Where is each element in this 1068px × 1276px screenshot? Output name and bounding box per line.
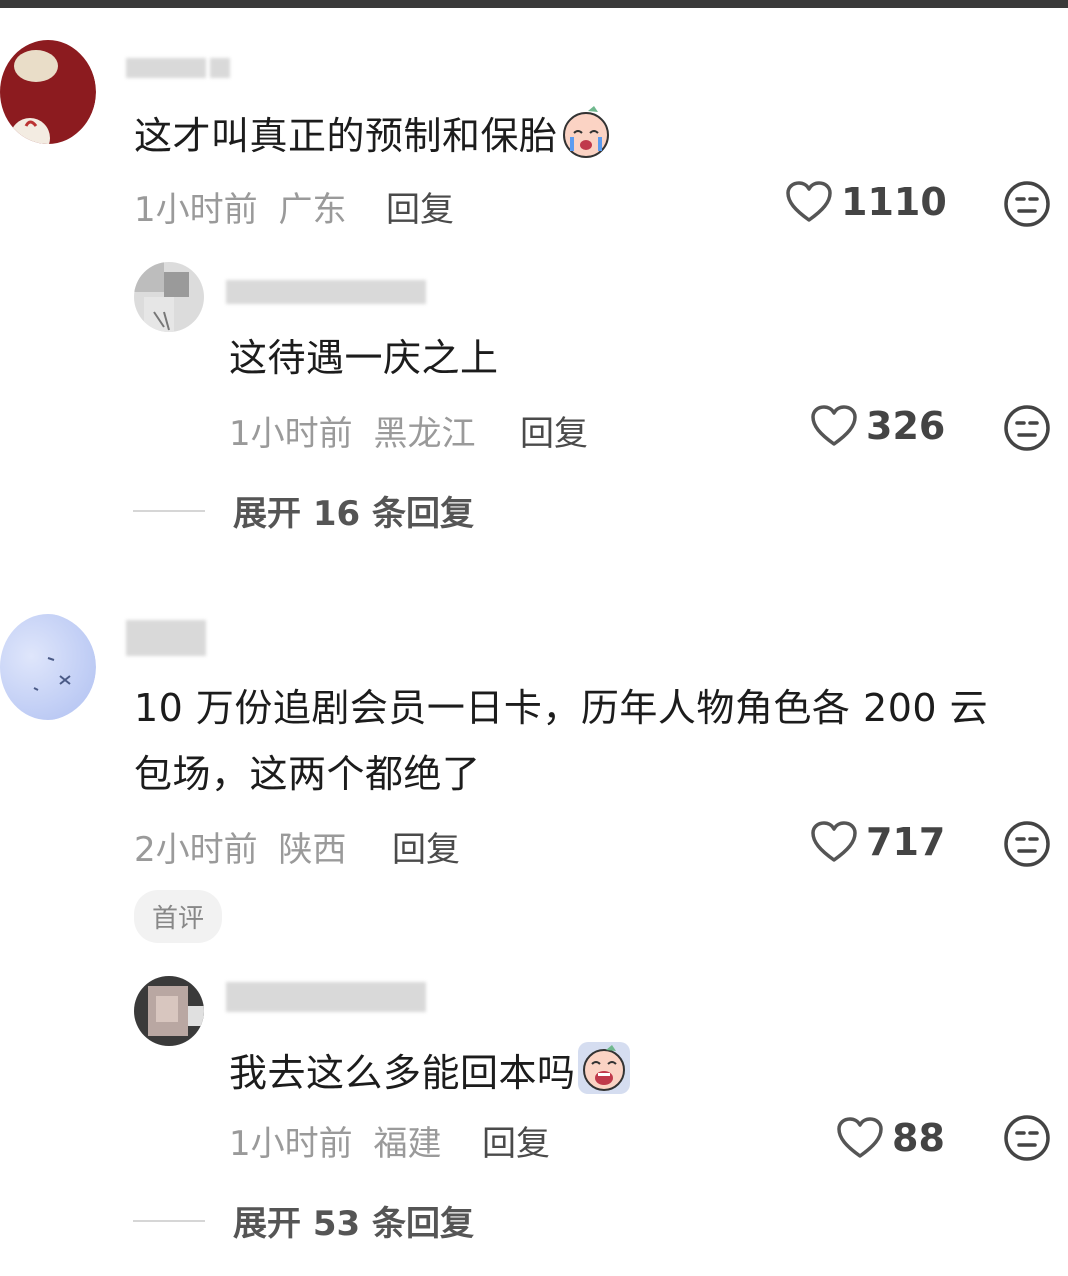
- divider-line: [133, 1219, 205, 1222]
- meh-face-icon[interactable]: [1003, 820, 1051, 872]
- reply-button[interactable]: 回复: [392, 822, 460, 871]
- reply-time: 1小时前: [229, 414, 353, 454]
- comment-time: 2小时前: [134, 830, 258, 870]
- like-count: 1110: [841, 180, 947, 224]
- expand-replies-label: 展开 16 条回复: [233, 494, 474, 534]
- reply-text: 我去这么多能回本吗: [229, 1040, 632, 1111]
- comment-meta: 2小时前 陕西: [134, 822, 346, 871]
- reply-button[interactable]: 回复: [520, 406, 588, 455]
- screaming-emoji-icon: [576, 1040, 632, 1111]
- status-bar-edge: [0, 0, 1068, 8]
- comment-text: 这才叫真正的预制和保胎: [134, 103, 614, 174]
- heart-outline-icon: [810, 820, 858, 864]
- avatar[interactable]: [0, 614, 96, 720]
- heart-outline-icon: [785, 180, 833, 224]
- reply-meta: 1小时前 福建: [229, 1116, 441, 1165]
- reply-avatar[interactable]: [134, 976, 204, 1046]
- comment-location: 广东: [278, 190, 347, 230]
- comment-location: 陕西: [278, 830, 347, 870]
- comment-text-line: 包场，这两个都绝了: [134, 752, 481, 796]
- divider-line: [133, 509, 205, 512]
- reply-username-blurred[interactable]: [226, 982, 426, 1012]
- expand-replies-label: 展开 53 条回复: [233, 1204, 474, 1244]
- heart-outline-icon: [810, 404, 858, 448]
- reply-location: 黑龙江: [373, 414, 476, 454]
- reply-text: 这待遇一庆之上: [229, 336, 499, 380]
- reply-location: 福建: [373, 1124, 442, 1164]
- expand-replies[interactable]: 展开 53 条回复: [133, 1196, 474, 1245]
- meh-face-icon[interactable]: [1003, 1114, 1051, 1166]
- meh-face-icon[interactable]: [1003, 404, 1051, 456]
- reply-button[interactable]: 回复: [482, 1116, 550, 1165]
- username-blurred[interactable]: [126, 58, 230, 78]
- reply-time: 1小时前: [229, 1124, 353, 1164]
- crying-emoji-icon: [558, 103, 614, 174]
- like-count: 326: [866, 404, 946, 448]
- like-button[interactable]: 88: [836, 1116, 945, 1160]
- reply-button[interactable]: 回复: [386, 182, 454, 231]
- comment-time: 1小时前: [134, 190, 258, 230]
- reply-meta: 1小时前 黑龙江: [229, 406, 475, 455]
- username-blurred[interactable]: [126, 620, 206, 656]
- like-button[interactable]: 326: [810, 404, 945, 448]
- first-comment-badge: 首评: [134, 890, 223, 943]
- reply-username-blurred[interactable]: [226, 280, 426, 304]
- heart-outline-icon: [836, 1116, 884, 1160]
- like-button[interactable]: 717: [810, 820, 945, 864]
- reply-avatar[interactable]: [134, 262, 204, 332]
- comment-meta: 1小时前 广东: [134, 182, 346, 231]
- expand-replies[interactable]: 展开 16 条回复: [133, 486, 474, 535]
- comment-text-line: 10 万份追剧会员一日卡，历年人物角色各 200 云: [134, 686, 989, 730]
- like-count: 88: [892, 1116, 945, 1160]
- meh-face-icon[interactable]: [1003, 180, 1051, 232]
- comment-text: 10 万份追剧会员一日卡，历年人物角色各 200 云 包场，这两个都绝了: [134, 680, 1034, 802]
- like-button[interactable]: 1110: [785, 180, 947, 224]
- like-count: 717: [866, 820, 946, 864]
- avatar[interactable]: [0, 40, 96, 144]
